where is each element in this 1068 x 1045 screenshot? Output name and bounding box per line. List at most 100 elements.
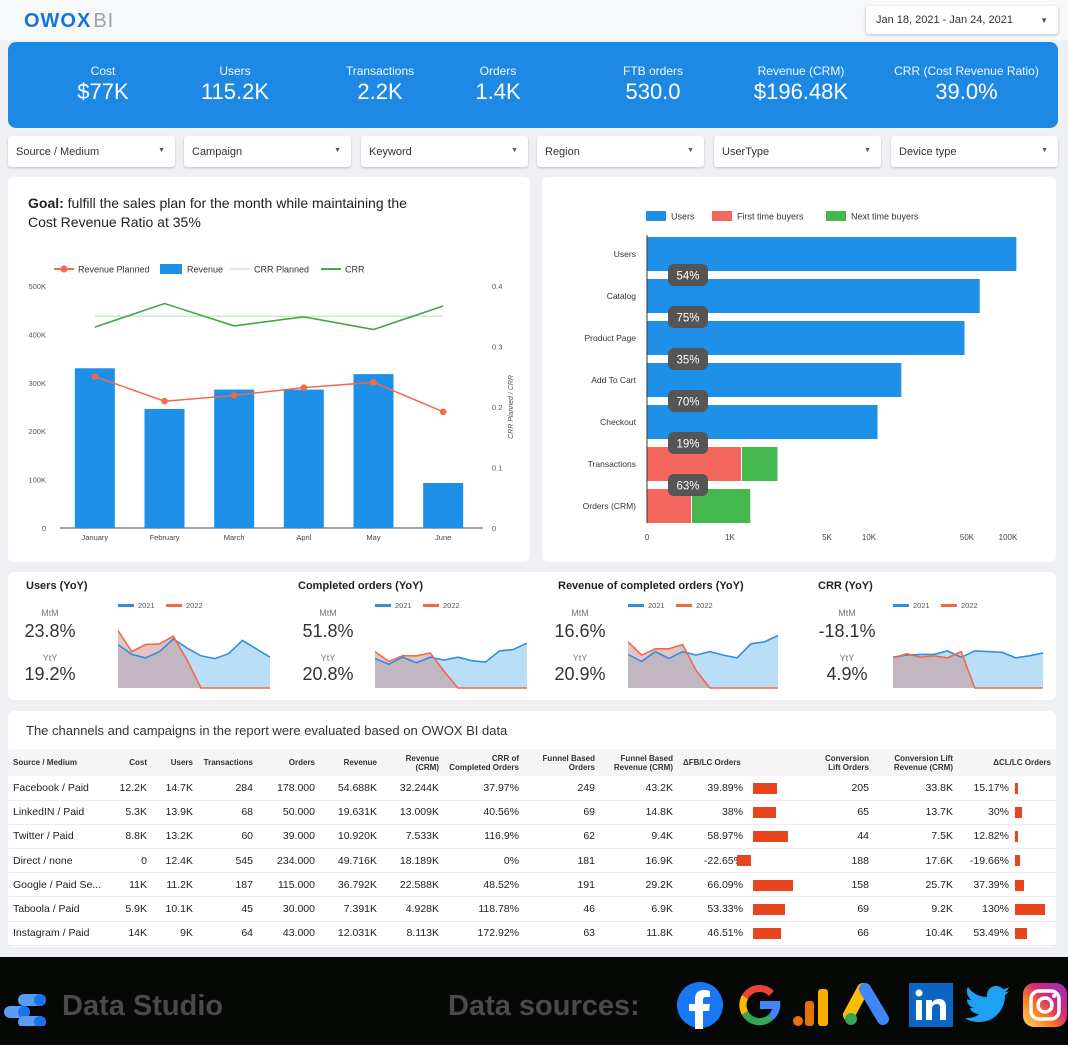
y-left-tick: 200K [28,427,46,436]
funnel-category-label: Users [614,249,636,259]
delta-fb-bar-cell [748,776,808,801]
x-tick-label: May [366,533,380,542]
delta-cl-cell: 130% [958,896,1056,922]
delta-cl-bar [1015,782,1019,794]
table-row[interactable]: Taboola / Paid 5.9K 10.1K 45 30.000 7.391K 4.9… [8,896,1056,922]
yty-label: YtY [320,653,336,663]
cell-d-fb: 66.09% [678,872,748,898]
cell-transactions: 45 [198,896,258,922]
yty-value: 20.9% [554,664,606,684]
revenue-planned-point [370,379,377,386]
delta-cl-cell: 12.82% [958,824,1056,850]
linkedin-icon [909,983,953,1027]
kpi-revenue-crm: Revenue (CRM) $196.48K [741,64,861,105]
filter-keyword[interactable]: Keyword ▼ [361,136,528,167]
kpi-transactions: Transactions 2.2K [330,64,430,105]
kpi-value: 115.2K [200,79,270,104]
delta-fb-bar-cell [748,872,808,898]
filter-device-type[interactable]: Device type ▼ [891,136,1058,167]
delta-cl-value: 30% [987,806,1009,819]
table-row[interactable]: Google / Paid Se... 11K 11.2K 187 115.000 36.… [8,872,1056,898]
cell-fb-revenue: 6.9K [600,896,678,922]
cell-fb-revenue: 9.4K [600,824,678,850]
cell-orders: 30.000 [258,896,320,922]
col-cl-revenue[interactable]: Conversion Lift Revenue (CRM) [874,749,958,776]
col-transactions[interactable]: Transactions [198,749,258,776]
delta-cl-cell: 30% [958,800,1056,825]
cell-revenue-crm: 32.244K [382,776,444,801]
cell-transactions: 64 [198,921,258,946]
delta-cl-cell: 15.17% [958,776,1056,801]
filter-source-medium[interactable]: Source / Medium ▼ [8,136,175,167]
cell-revenue: 10.920K [320,824,382,850]
legend-swatch-next-time-buyers [826,211,846,221]
delta-cl-cell: -19.66% [958,848,1056,874]
col-crr-completed[interactable]: CRR of Completed Orders [444,749,524,776]
cell-d-fb: 39.89% [678,776,748,801]
cell-d-fb: 53.33% [678,896,748,922]
google-ads-icon [843,983,889,1025]
col-funnel-revenue[interactable]: Funnel Based Revenue (CRM) [600,749,678,776]
cell-fb-orders: 62 [524,824,600,850]
x-tick-label: 100K [999,533,1018,542]
col-revenue[interactable]: Revenue [320,749,382,776]
yoy-sparkline-chart: 2021 2022 [118,601,271,689]
date-range-picker[interactable]: Jan 18, 2021 - Jan 24, 2021 ▼ [866,6,1058,34]
filter-region[interactable]: Region ▼ [537,136,704,167]
mtm-value: 23.8% [24,621,76,641]
legend-label-2022: 2022 [696,601,713,610]
col-delta-fb-lc[interactable]: ΔFB/LC Orders [678,749,748,776]
delta-fb-bar-cell [748,800,808,825]
revenue-bar [283,389,324,528]
cell-cl-revenue: 7.5K [874,824,958,850]
cell-d-fb: 38% [678,800,748,825]
legend-swatch-2022 [941,604,957,607]
delta-cl-value: 12.82% [973,830,1009,843]
legend-label-first-time-buyers: First time buyers [737,212,804,222]
goal-chart-card: Goal: fulfill the sales plan for the mon… [8,177,530,562]
table-row[interactable]: Instagram / Paid 14K 9K 64 43.000 12.031K 8.11… [8,921,1056,946]
cell-crr: 116.9% [444,824,524,850]
cell-revenue-crm: 18.189K [382,848,444,874]
legend-label-revenue-planned: Revenue Planned [78,265,150,275]
table-row[interactable]: Direct / none 0 12.4K 545 234.000 49.716K 18.1… [8,848,1056,874]
legend-marker [60,265,68,273]
revenue-planned-point [230,392,238,399]
cell-transactions: 284 [198,776,258,801]
mtm-label: MtM [571,608,589,618]
cell-crr: 118.78% [444,896,524,922]
col-users[interactable]: Users [152,749,198,776]
cell-orders: 115.000 [258,872,320,898]
col-source-medium[interactable]: Source / Medium [8,749,108,776]
legend-swatch-2022 [676,604,692,607]
col-funnel-orders[interactable]: Funnel Based Orders [524,749,600,776]
col-cl-orders[interactable]: Conversion Lift Orders [808,749,874,776]
yty-value: 4.9% [826,664,868,684]
table-row[interactable]: Facebook / Paid 12.2K 14.7K 284 178.000 54.68… [8,776,1056,801]
x-tick-label: March [224,533,245,542]
filter-usertype[interactable]: UserType ▼ [714,136,881,167]
cell-fb-orders: 46 [524,896,600,922]
cell-cost: 12.2K [108,776,152,801]
legend-swatch-2022 [423,604,439,607]
col-cost[interactable]: Cost [108,749,152,776]
delta-fb-bar [753,782,777,794]
col-orders[interactable]: Orders [258,749,320,776]
col-revenue-crm[interactable]: Revenue (CRM) [382,749,444,776]
cell-cl-revenue: 10.4K [874,921,958,946]
mtm-value: 16.6% [554,621,606,641]
yty-value: 19.2% [24,664,76,684]
col-delta-cl-lc[interactable]: ΔCL/LC Orders [958,749,1056,776]
table-row[interactable]: LinkedIN / Paid 5.3K 13.9K 68 50.000 19.631K 1… [8,800,1056,825]
yoy-sparkline-chart: 2021 2022 [628,601,779,689]
delta-cl-value: 37.39% [973,878,1009,891]
delta-cl-cell: 53.49% [958,921,1056,946]
y-right-axis-label: CRR Planned / CRR [508,375,515,439]
filter-campaign[interactable]: Campaign ▼ [184,136,351,167]
yoy-sparkline-chart: 2021 2022 [893,601,1044,689]
cell-crr: 37.97% [444,776,524,801]
mtm-label: MtM [41,608,59,618]
filter-label: Source / Medium [16,146,100,158]
google-analytics-icon [793,989,828,1026]
table-row[interactable]: Twitter / Paid 8.8K 13.2K 60 39.000 10.920K 7.… [8,824,1056,850]
